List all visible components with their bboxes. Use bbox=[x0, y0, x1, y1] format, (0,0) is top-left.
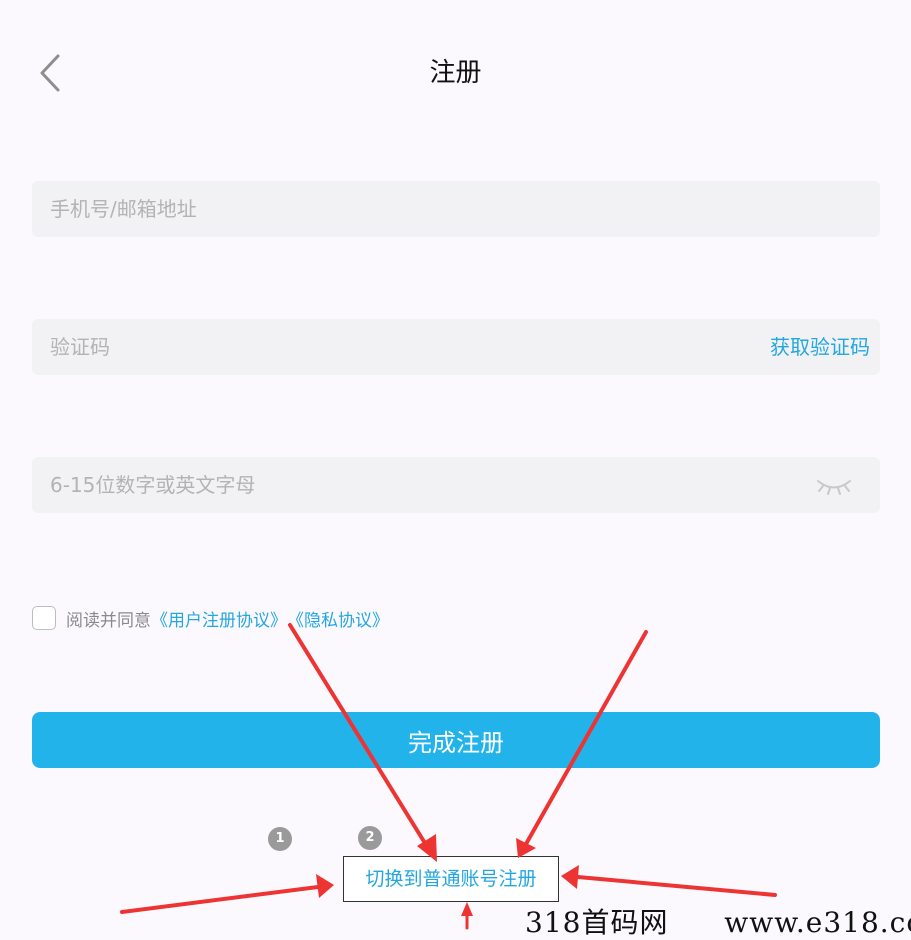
arrow-head bbox=[516, 838, 536, 858]
agreement-prefix: 阅读并同意 bbox=[66, 610, 151, 631]
switch-account-register-link[interactable]: 切换到普通账号注册 bbox=[343, 856, 559, 902]
account-input[interactable] bbox=[50, 181, 860, 237]
submit-register-button[interactable]: 完成注册 bbox=[32, 712, 880, 768]
password-visibility-toggle[interactable] bbox=[814, 472, 854, 498]
arrow-head bbox=[461, 902, 473, 916]
watermark: 318首码网 www.e318.com bbox=[525, 906, 911, 940]
user-agreement-link[interactable]: 《用户注册协议》 bbox=[151, 606, 287, 631]
password-input[interactable] bbox=[50, 457, 790, 513]
password-field bbox=[32, 457, 880, 513]
arrow-from-left bbox=[120, 885, 320, 914]
get-code-button[interactable]: 获取验证码 bbox=[770, 319, 870, 375]
step-badge-2: 2 bbox=[358, 826, 382, 850]
account-field bbox=[32, 181, 880, 237]
watermark-site-name: 318首码网 bbox=[525, 906, 669, 939]
arrow-from-right bbox=[576, 875, 777, 897]
agreement-checkbox[interactable] bbox=[32, 606, 56, 630]
step-badge-1: 1 bbox=[268, 827, 292, 851]
watermark-url: www.e318.com bbox=[724, 906, 911, 939]
verification-code-input[interactable] bbox=[50, 319, 730, 375]
eye-closed-icon bbox=[817, 480, 851, 495]
privacy-policy-link[interactable]: 《隐私协议》 bbox=[287, 606, 389, 631]
arrow-head bbox=[561, 865, 579, 889]
code-field: 获取验证码 bbox=[32, 319, 880, 375]
arrow-head bbox=[316, 874, 334, 898]
agreement-row: 阅读并同意 《用户注册协议》 《隐私协议》 bbox=[32, 604, 389, 632]
page-title: 注册 bbox=[429, 58, 482, 88]
